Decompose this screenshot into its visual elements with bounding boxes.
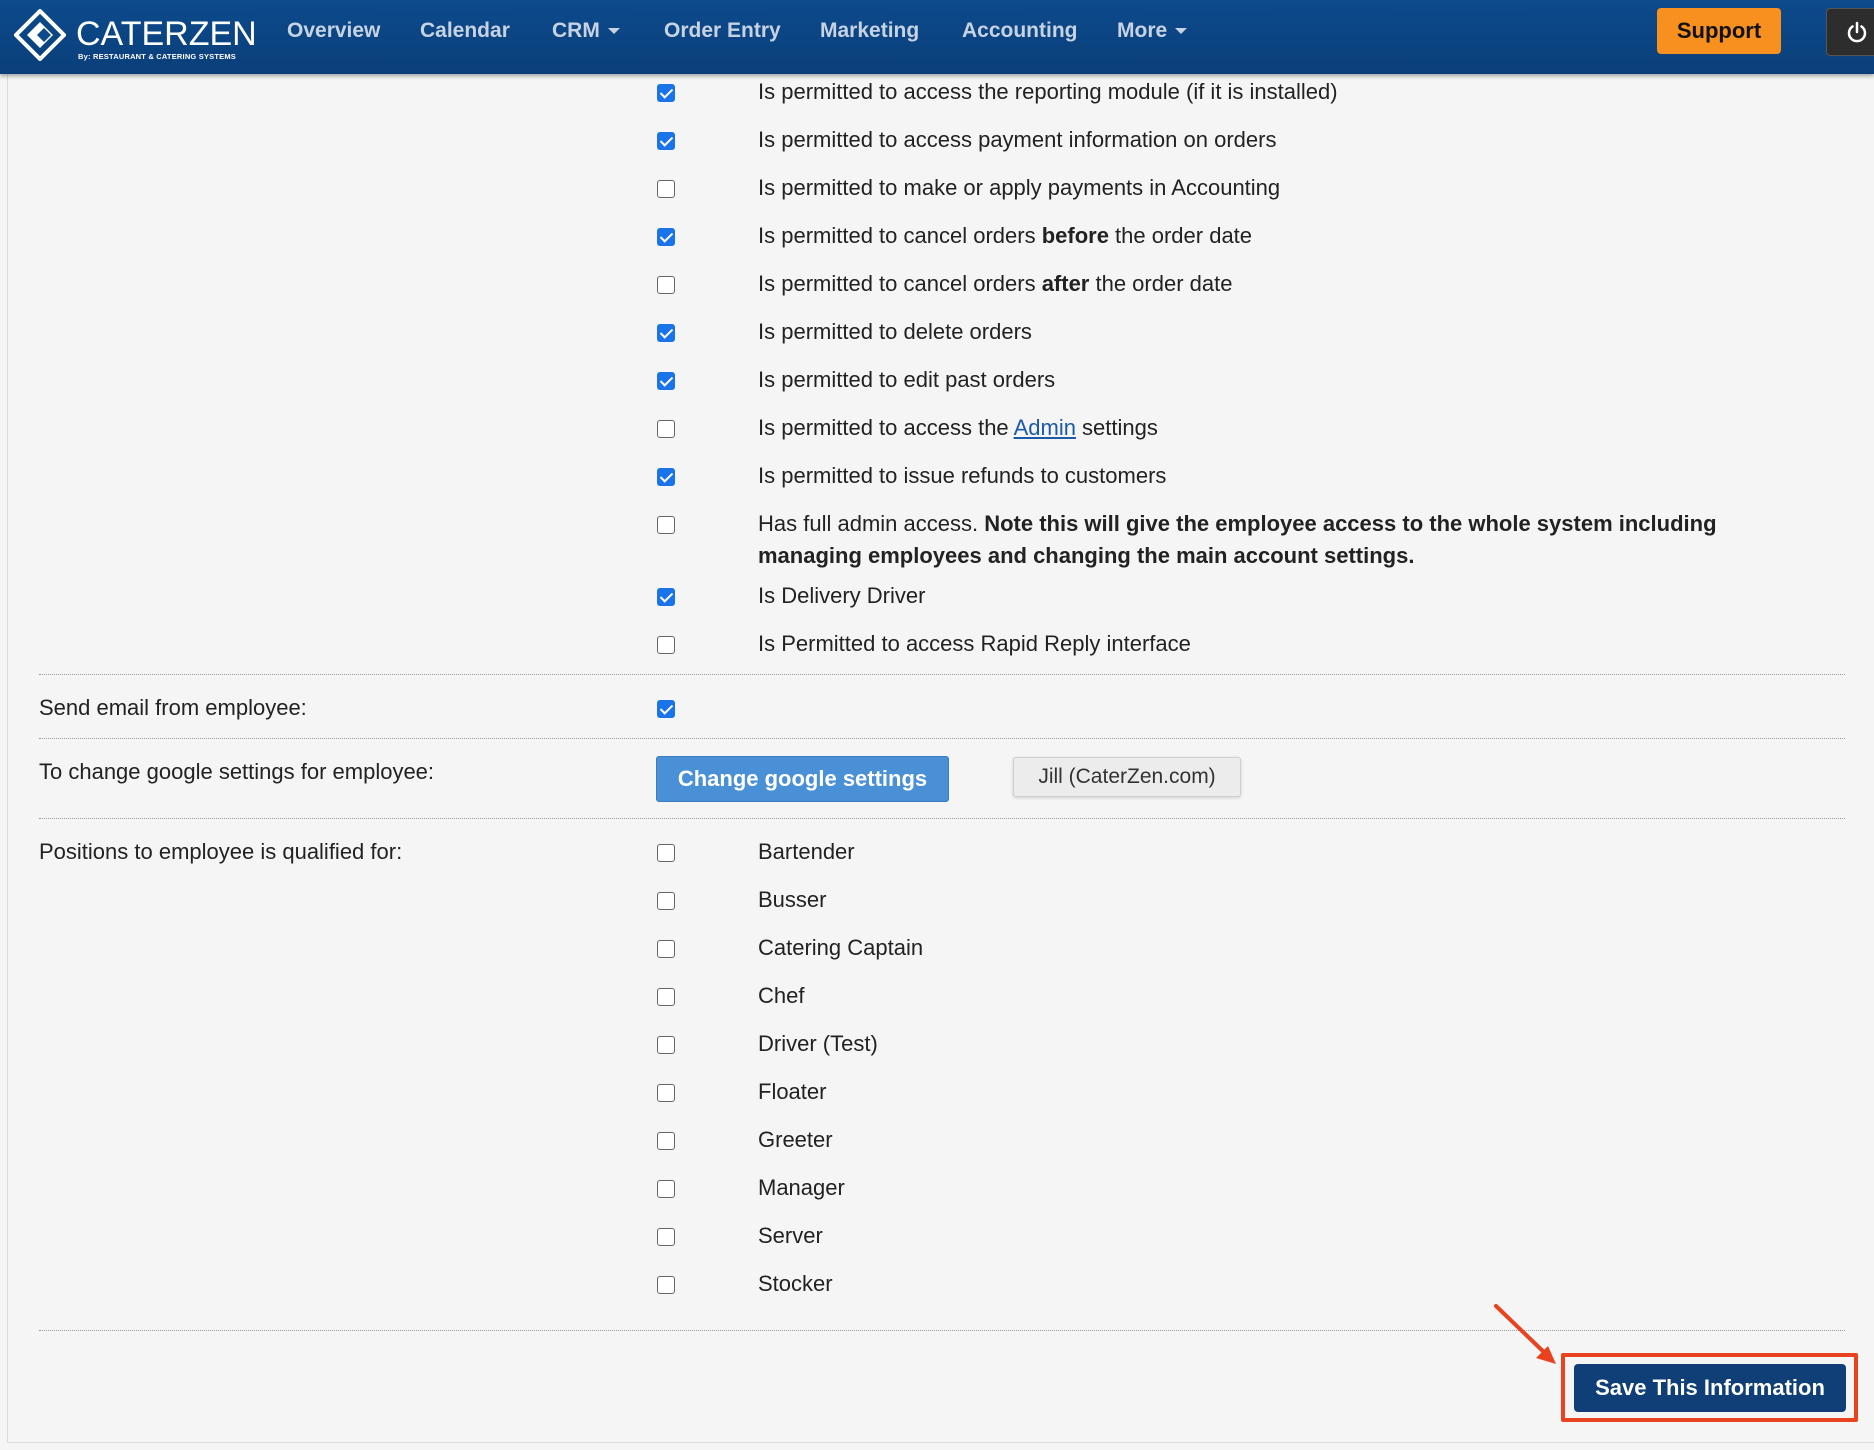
- permission-label: Is Delivery Driver: [758, 583, 926, 608]
- nav-accounting[interactable]: Accounting: [962, 19, 1078, 43]
- permission-label: Is Permitted to access Rapid Reply inter…: [758, 631, 1191, 656]
- permission-label: Is permitted to make or apply payments i…: [758, 175, 1281, 200]
- nav-calendar[interactable]: Calendar: [420, 19, 510, 43]
- permission-label: Has full admin access. Note this will gi…: [758, 511, 1717, 536]
- change-google-settings-button[interactable]: Change google settings: [656, 756, 949, 802]
- position-checkbox[interactable]: [657, 1228, 675, 1246]
- permission-label: Is permitted to issue refunds to custome…: [758, 463, 1167, 488]
- position-label: Chef: [758, 983, 805, 1008]
- chevron-down-icon: [1175, 28, 1188, 35]
- position-checkbox[interactable]: [657, 940, 675, 958]
- position-label: Greeter: [758, 1127, 833, 1152]
- permission-checkbox[interactable]: [657, 228, 675, 246]
- section-divider: [39, 818, 1845, 819]
- position-label: Stocker: [758, 1271, 833, 1296]
- permission-label: Is permitted to access the Admin setting…: [758, 415, 1158, 440]
- permission-checkbox[interactable]: [657, 84, 675, 102]
- google-account-badge: Jill (CaterZen.com): [1013, 757, 1241, 797]
- annotation-arrow-icon: [1494, 1304, 1556, 1364]
- permission-label: Is permitted to delete orders: [758, 319, 1032, 344]
- position-checkbox[interactable]: [657, 988, 675, 1006]
- position-label: Busser: [758, 887, 827, 912]
- position-checkbox[interactable]: [657, 844, 675, 862]
- position-checkbox[interactable]: [657, 1084, 675, 1102]
- position-label: Driver (Test): [758, 1031, 878, 1056]
- support-button[interactable]: Support: [1657, 8, 1781, 54]
- position-label: Floater: [758, 1079, 827, 1104]
- permission-checkbox[interactable]: [657, 516, 675, 534]
- permission-checkbox[interactable]: [657, 636, 675, 654]
- brand-name: CATERZEN: [76, 15, 257, 53]
- caterzen-logo-mark-icon: [14, 9, 66, 61]
- section-divider: [39, 1330, 1845, 1331]
- position-label: Server: [758, 1223, 823, 1248]
- permission-label: Is permitted to edit past orders: [758, 367, 1056, 392]
- permission-label: Is permitted to cancel orders after the …: [758, 271, 1233, 296]
- send-email-checkbox[interactable]: [657, 700, 675, 718]
- logout-button[interactable]: [1826, 8, 1874, 56]
- send-email-label: Send email from employee:: [39, 695, 307, 720]
- brand-tagline: By: RESTAURANT & CATERING SYSTEMS: [78, 52, 236, 61]
- nav-marketing[interactable]: Marketing: [820, 19, 919, 43]
- section-divider: [39, 674, 1845, 675]
- nav-overview[interactable]: Overview: [287, 19, 380, 43]
- position-label: Catering Captain: [758, 935, 924, 960]
- permission-label-continued: managing employees and changing the main…: [758, 543, 1415, 568]
- chevron-down-icon: [607, 28, 620, 35]
- permission-label: Is permitted to access the reporting mod…: [758, 79, 1338, 104]
- permission-checkbox[interactable]: [657, 372, 675, 390]
- permission-checkbox[interactable]: [657, 420, 675, 438]
- permission-checkbox[interactable]: [657, 276, 675, 294]
- position-checkbox[interactable]: [657, 1276, 675, 1294]
- permission-label: Is permitted to access payment informati…: [758, 127, 1277, 152]
- power-icon: [1847, 21, 1867, 43]
- positions-label: Positions to employee is qualified for:: [39, 839, 403, 864]
- position-label: Bartender: [758, 839, 855, 864]
- nav-crm[interactable]: CRM: [552, 19, 620, 43]
- position-label: Manager: [758, 1175, 845, 1200]
- permission-checkbox[interactable]: [657, 468, 675, 486]
- nav-order-entry[interactable]: Order Entry: [664, 19, 781, 43]
- save-information-button[interactable]: Save This Information: [1574, 1364, 1846, 1412]
- admin-link[interactable]: Admin: [1014, 415, 1076, 440]
- position-checkbox[interactable]: [657, 1132, 675, 1150]
- permission-checkbox[interactable]: [657, 588, 675, 606]
- permission-checkbox[interactable]: [657, 324, 675, 342]
- permission-checkbox[interactable]: [657, 132, 675, 150]
- section-divider: [39, 738, 1845, 739]
- nav-more[interactable]: More: [1117, 19, 1188, 43]
- google-settings-label: To change google settings for employee:: [39, 759, 435, 784]
- permission-checkbox[interactable]: [657, 180, 675, 198]
- position-checkbox[interactable]: [657, 1036, 675, 1054]
- top-navbar: CATERZEN By: RESTAURANT & CATERING SYSTE…: [0, 0, 1874, 74]
- permission-label: Is permitted to cancel orders before the…: [758, 223, 1253, 248]
- position-checkbox[interactable]: [657, 892, 675, 910]
- position-checkbox[interactable]: [657, 1180, 675, 1198]
